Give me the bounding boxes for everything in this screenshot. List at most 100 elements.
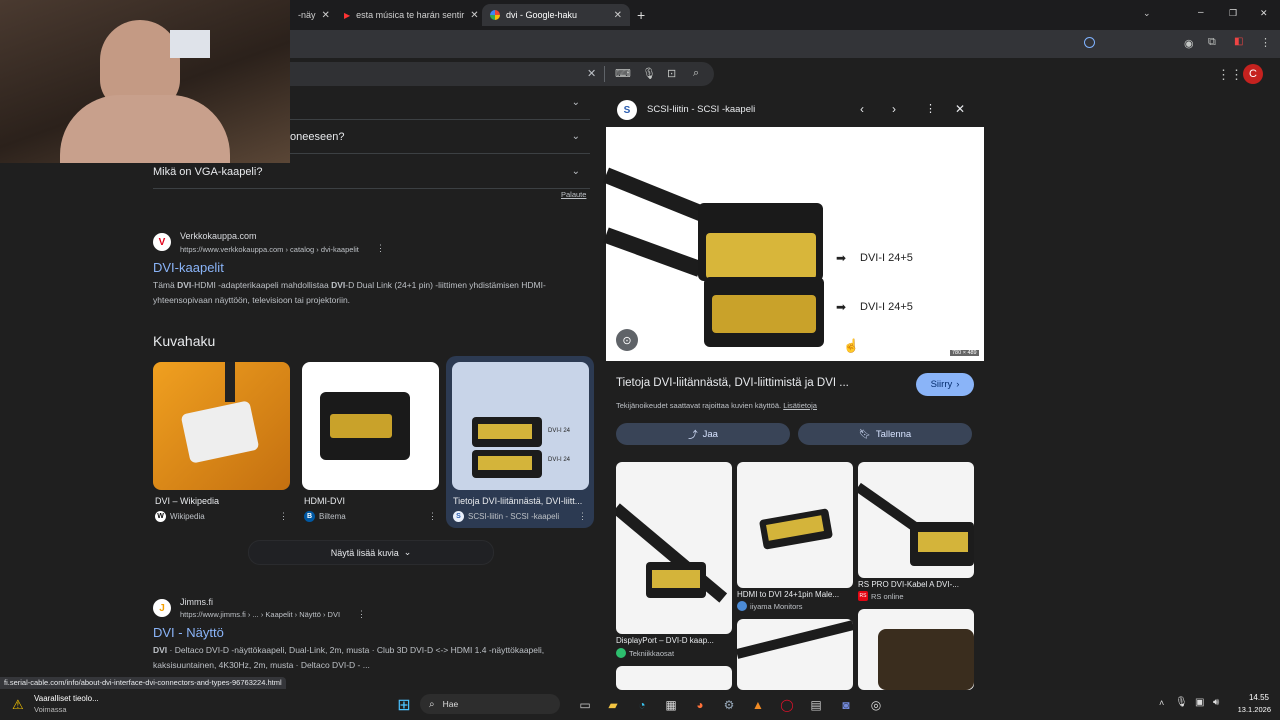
terminal-icon[interactable]: ▤ [806,695,826,715]
extension-badge-icon[interactable]: ◧ [1234,36,1243,47]
tab-1-close-icon[interactable]: ✕ [322,10,330,21]
vlc-icon[interactable]: ▲ [748,695,768,715]
clear-search-button[interactable]: ✕ [587,67,596,80]
search-icon[interactable]: ⌕ [693,67,699,80]
image-card-1-caption[interactable]: DVI – Wikipedia [155,496,290,506]
lens-icon[interactable]: ⊡ [667,67,676,80]
image-card-1-source[interactable]: W Wikipedia [155,511,205,522]
image-card-3-caption[interactable]: Tietoja DVI-liitännästä, DVI-liitt... [453,496,588,506]
related-image-6[interactable] [858,609,974,690]
clock-time[interactable]: 14.55 [1245,693,1269,702]
opera-icon[interactable]: ◯ [777,695,797,715]
related-image-1[interactable] [616,462,732,634]
image-card-2[interactable] [302,362,439,490]
panel-source[interactable]: SCSI-liitin - SCSI -kaapeli [647,104,755,115]
tab-2-label: esta música te harán sentir [356,10,465,20]
tab-2-close-icon[interactable]: ✕ [470,10,478,21]
result2-title-link[interactable]: DVI - Näyttö [153,625,224,640]
snippet-bold: DVI [153,645,168,655]
tray-expand-icon[interactable]: ˄ [1159,698,1164,708]
result1-title-link[interactable]: DVI-kaapelit [153,260,224,275]
steam-icon[interactable]: ⚙ [719,695,739,715]
tab-2[interactable]: ▶ esta música te harán sentir ✕ [336,4,478,26]
preview-image[interactable]: ➡ DVI-I 24+5 ➡ DVI-I 24+5 ⊙ 780 × 489 [603,127,984,361]
related-1-source[interactable]: Tekniikkaosat [616,648,674,658]
tab-3[interactable]: dvi - Google-haku ✕ [482,4,630,26]
panel-title[interactable]: Tietoja DVI-liitännästä, DVI-liittimistä… [616,377,849,389]
gold-bottom [478,456,532,470]
image-card-3[interactable]: DVI-I 24 DVI-I 24 [452,362,589,490]
windows-start-icon[interactable]: ⊞ [394,695,414,715]
minimize-button[interactable]: – [1198,7,1204,18]
more-options-icon[interactable]: ⋮ [925,102,936,115]
task-view-icon[interactable]: ▭ [575,695,595,715]
next-icon[interactable]: › [892,102,896,116]
profile-icon[interactable]: ◉ [1184,37,1194,50]
keyboard-icon[interactable]: ⌨ [615,67,631,80]
mic-icon[interactable]: 🎙 [642,67,656,80]
show-more-images-button[interactable]: Näytä lisää kuvia ⌄ [248,540,494,565]
discord-icon[interactable]: ◙ [836,695,856,715]
result2-more-icon[interactable]: ⋮ [357,609,366,620]
related-3-caption[interactable]: RS PRO DVI-Kabel A DVI-... [858,580,974,589]
apps-grid-icon[interactable]: ⋮⋮ [1217,67,1243,83]
weather-warning-title[interactable]: Vaaralliset tieolo... [34,694,99,703]
visit-button[interactable]: Siirry › [916,373,974,396]
dvi-white-connector [180,400,260,464]
card-3-more-icon[interactable]: ⋮ [578,511,587,522]
edge-icon[interactable]: ◔ [632,695,652,715]
tab-3-close-icon[interactable]: ✕ [614,10,622,21]
close-panel-icon[interactable]: ✕ [955,102,965,116]
related-1-caption[interactable]: DisplayPort – DVI-D kaap... [616,636,732,645]
warning-icon[interactable]: ⚠ [12,697,24,713]
related-image-4[interactable] [616,666,732,690]
file-explorer-icon[interactable]: ▰ [603,695,623,715]
result1-more-icon[interactable]: ⋮ [376,243,385,254]
related-3-source[interactable]: RS RS online [858,591,904,601]
display-tray-icon[interactable]: ▣ [1195,697,1204,708]
related-image-5[interactable] [737,619,853,690]
card-1-more-icon[interactable]: ⋮ [279,511,288,522]
gold-pins [330,414,392,438]
globe-icon[interactable] [1084,37,1095,48]
biltema-icon: B [304,511,315,522]
tab-search-icon[interactable]: ⌄ [1143,8,1151,19]
extensions-icon[interactable]: ⧉ [1208,36,1216,49]
related-image-2[interactable] [737,462,853,588]
clock-date[interactable]: 13.1.2026 [1231,705,1271,714]
chrome-icon[interactable]: ◎ [866,695,886,715]
snippet-bold: DVI [177,280,192,290]
overlay-label-1: DVI-I 24 [548,428,571,434]
jimms-favicon: J [153,599,171,617]
taskbar-search[interactable]: ⌕ Hae [420,694,560,714]
more-info-link[interactable]: Lisätietoja [783,401,817,410]
menu-icon[interactable]: ⋮ [1260,36,1271,49]
new-tab-button[interactable]: + [637,7,645,23]
faq-item-3[interactable]: Mikä on VGA-kaapeli? ⌄ [153,155,590,189]
close-window-button[interactable]: ✕ [1260,8,1268,19]
mic-tray-icon[interactable]: 🎙 [1175,697,1188,708]
result1-site: Verkkokauppa.com [180,231,257,241]
image-card-2-caption[interactable]: HDMI-DVI [304,496,439,506]
share-button[interactable]: ⤴ Jaa [616,423,790,445]
restore-button[interactable]: ❐ [1229,8,1237,19]
save-button[interactable]: 🔖︎ Tallenna [798,423,972,445]
image-card-1[interactable] [153,362,290,490]
firefox-icon[interactable]: ◕ [690,695,710,715]
faq-item-2[interactable]: oneeseen? ⌄ [290,120,590,154]
volume-tray-icon[interactable]: 🔊︎ [1213,697,1219,708]
related-2-caption[interactable]: HDMI to DVI 24+1pin Male... [737,590,853,599]
related-image-3[interactable] [858,462,974,578]
image-card-2-source[interactable]: B Biltema [304,511,346,522]
tab-1[interactable]: -näy ✕ [290,4,336,26]
faq-item-1[interactable]: ⌄ [290,86,590,120]
card-2-more-icon[interactable]: ⋮ [428,511,437,522]
related-2-source[interactable]: iiyama Monitors [737,601,803,611]
user-avatar[interactable]: C [1243,64,1263,84]
image-card-3-source[interactable]: S SCSI-liitin - SCSI -kaapeli [453,511,559,522]
lens-search-icon[interactable]: ⊙ [616,329,638,351]
cable [737,619,853,659]
store-icon[interactable]: ▦ [661,695,681,715]
previous-icon[interactable]: ‹ [860,102,864,116]
feedback-link[interactable]: Palaute [561,190,586,199]
